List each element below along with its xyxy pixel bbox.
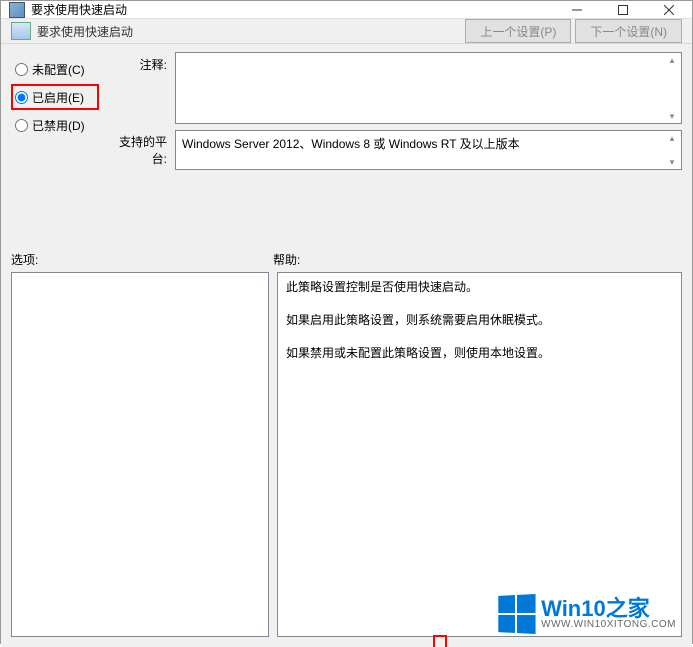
next-setting-button[interactable]: 下一个设置(N) — [575, 19, 682, 43]
toolbar: 要求使用快速启动 上一个设置(P) 下一个设置(N) — [1, 19, 692, 44]
window-controls — [554, 1, 692, 18]
watermark: Win10之家 WWW.WIN10XITONG.COM — [497, 595, 676, 633]
close-button[interactable] — [646, 1, 692, 18]
policy-icon — [11, 22, 31, 40]
radio-enabled-input[interactable] — [15, 91, 28, 104]
help-panel: 此策略设置控制是否使用快速启动。 如果启用此策略设置，则系统需要启用休眠模式。 … — [277, 272, 682, 637]
watermark-brand: Win10之家 — [541, 598, 676, 620]
highlight-fragment — [433, 635, 447, 647]
windows-logo-icon — [498, 594, 535, 634]
radio-disabled-label: 已禁用(D) — [32, 117, 85, 134]
scroll-down-icon[interactable]: ▾ — [665, 157, 679, 167]
scrollbar[interactable]: ▴ ▾ — [665, 55, 679, 121]
radio-not-configured-label: 未配置(C) — [32, 61, 85, 78]
titlebar: 要求使用快速启动 — [1, 1, 692, 19]
body-area: 未配置(C) 已启用(E) 已禁用(D) 注释: 支持的平台: ▴ — [1, 44, 692, 647]
comment-label: 注释: — [107, 56, 167, 73]
help-paragraph: 如果禁用或未配置此策略设置，则使用本地设置。 — [286, 345, 673, 362]
scroll-up-icon[interactable]: ▴ — [665, 55, 679, 65]
policy-editor-window: 要求使用快速启动 要求使用快速启动 上一个设置(P) 下一个设置(N) — [0, 0, 693, 644]
prev-setting-button[interactable]: 上一个设置(P) — [465, 19, 571, 43]
watermark-url: WWW.WIN10XITONG.COM — [541, 620, 676, 630]
help-paragraph: 此策略设置控制是否使用快速启动。 — [286, 279, 673, 296]
radio-enabled[interactable]: 已启用(E) — [11, 84, 99, 110]
radio-disabled[interactable]: 已禁用(D) — [11, 112, 99, 138]
help-paragraph: 如果启用此策略设置，则系统需要启用休眠模式。 — [286, 312, 673, 329]
options-label: 选项: — [11, 251, 273, 268]
radio-disabled-input[interactable] — [15, 119, 28, 132]
scrollbar[interactable]: ▴ ▾ — [665, 133, 679, 167]
platform-textarea: Windows Server 2012、Windows 8 或 Windows … — [175, 130, 682, 170]
scroll-down-icon[interactable]: ▾ — [665, 111, 679, 121]
window-title: 要求使用快速启动 — [31, 1, 554, 18]
platform-label: 支持的平台: — [107, 133, 167, 167]
toolbar-title: 要求使用快速启动 — [37, 23, 133, 40]
platform-text: Windows Server 2012、Windows 8 或 Windows … — [182, 137, 520, 151]
radio-not-configured-input[interactable] — [15, 63, 28, 76]
maximize-button[interactable] — [600, 1, 646, 18]
app-icon — [9, 2, 25, 18]
radio-enabled-label: 已启用(E) — [32, 89, 84, 106]
minimize-button[interactable] — [554, 1, 600, 18]
comment-textarea[interactable]: ▴ ▾ — [175, 52, 682, 124]
options-panel — [11, 272, 269, 637]
scroll-up-icon[interactable]: ▴ — [665, 133, 679, 143]
help-label: 帮助: — [273, 251, 300, 268]
radio-not-configured[interactable]: 未配置(C) — [11, 56, 99, 82]
radio-group: 未配置(C) 已启用(E) 已禁用(D) — [11, 52, 99, 227]
